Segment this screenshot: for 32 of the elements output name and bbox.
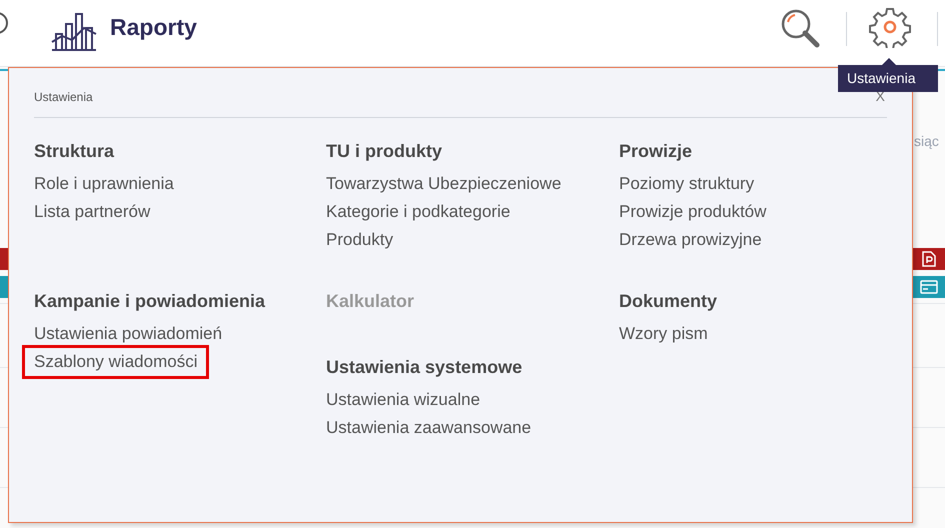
status-strip <box>0 248 8 270</box>
menu-link[interactable]: Kategorie i podkategorie <box>326 200 510 224</box>
menu-link[interactable]: Towarzystwa Ubezpieczeniowe <box>326 172 562 196</box>
menu-link[interactable]: Lista partnerów <box>34 200 150 224</box>
menu-link[interactable]: Ustawienia wizualne <box>326 388 480 412</box>
section-heading: Dokumenty <box>619 290 718 313</box>
status-strip <box>0 276 8 298</box>
menu-link[interactable]: Role i uprawnienia <box>34 172 174 196</box>
menu-link[interactable]: Ustawienia zaawansowane <box>326 416 532 440</box>
column-header-text: siąc <box>914 132 939 151</box>
card-icon <box>920 280 938 294</box>
section-heading: TU i produkty <box>326 140 443 163</box>
menu-link[interactable]: Drzewa prowizyjne <box>619 228 762 252</box>
settings-icon[interactable] <box>869 6 911 48</box>
section-heading: Struktura <box>34 140 116 163</box>
pdf-button[interactable] <box>912 248 945 270</box>
section-heading: Prowizje <box>619 140 694 163</box>
page-title: Raporty <box>110 13 197 42</box>
search-icon[interactable] <box>779 7 821 49</box>
tooltip: Ustawienia <box>838 65 938 92</box>
section-heading: Ustawienia systemowe <box>326 356 524 379</box>
section-heading: Kampanie i powiadomienia <box>34 290 266 313</box>
menu-link[interactable]: Wzory pism <box>619 322 708 346</box>
menu-link[interactable]: Poziomy struktury <box>619 172 754 196</box>
section-heading: Kalkulator <box>326 290 416 313</box>
menu-link[interactable]: Produkty <box>326 228 394 252</box>
menu-link[interactable]: Ustawienia powiadomień <box>34 322 222 346</box>
menu-link[interactable]: Prowizje produktów <box>619 200 766 224</box>
document-icon <box>922 251 936 267</box>
card-button[interactable] <box>912 276 945 298</box>
menu-link[interactable]: Szablony wiadomości <box>22 345 210 379</box>
panel-title: Ustawienia <box>34 88 93 106</box>
